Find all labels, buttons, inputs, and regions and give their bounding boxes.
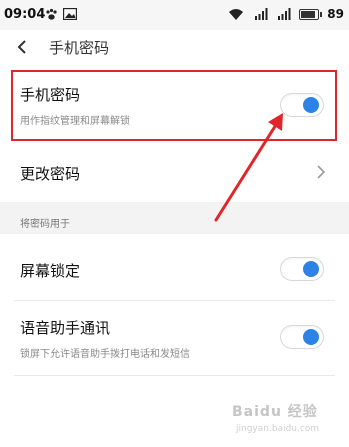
annotation-arrow-icon bbox=[214, 113, 283, 222]
watermark: Baidu 经验 bbox=[232, 404, 318, 420]
watermark-sub: jingyan.baidu.com bbox=[236, 424, 320, 434]
